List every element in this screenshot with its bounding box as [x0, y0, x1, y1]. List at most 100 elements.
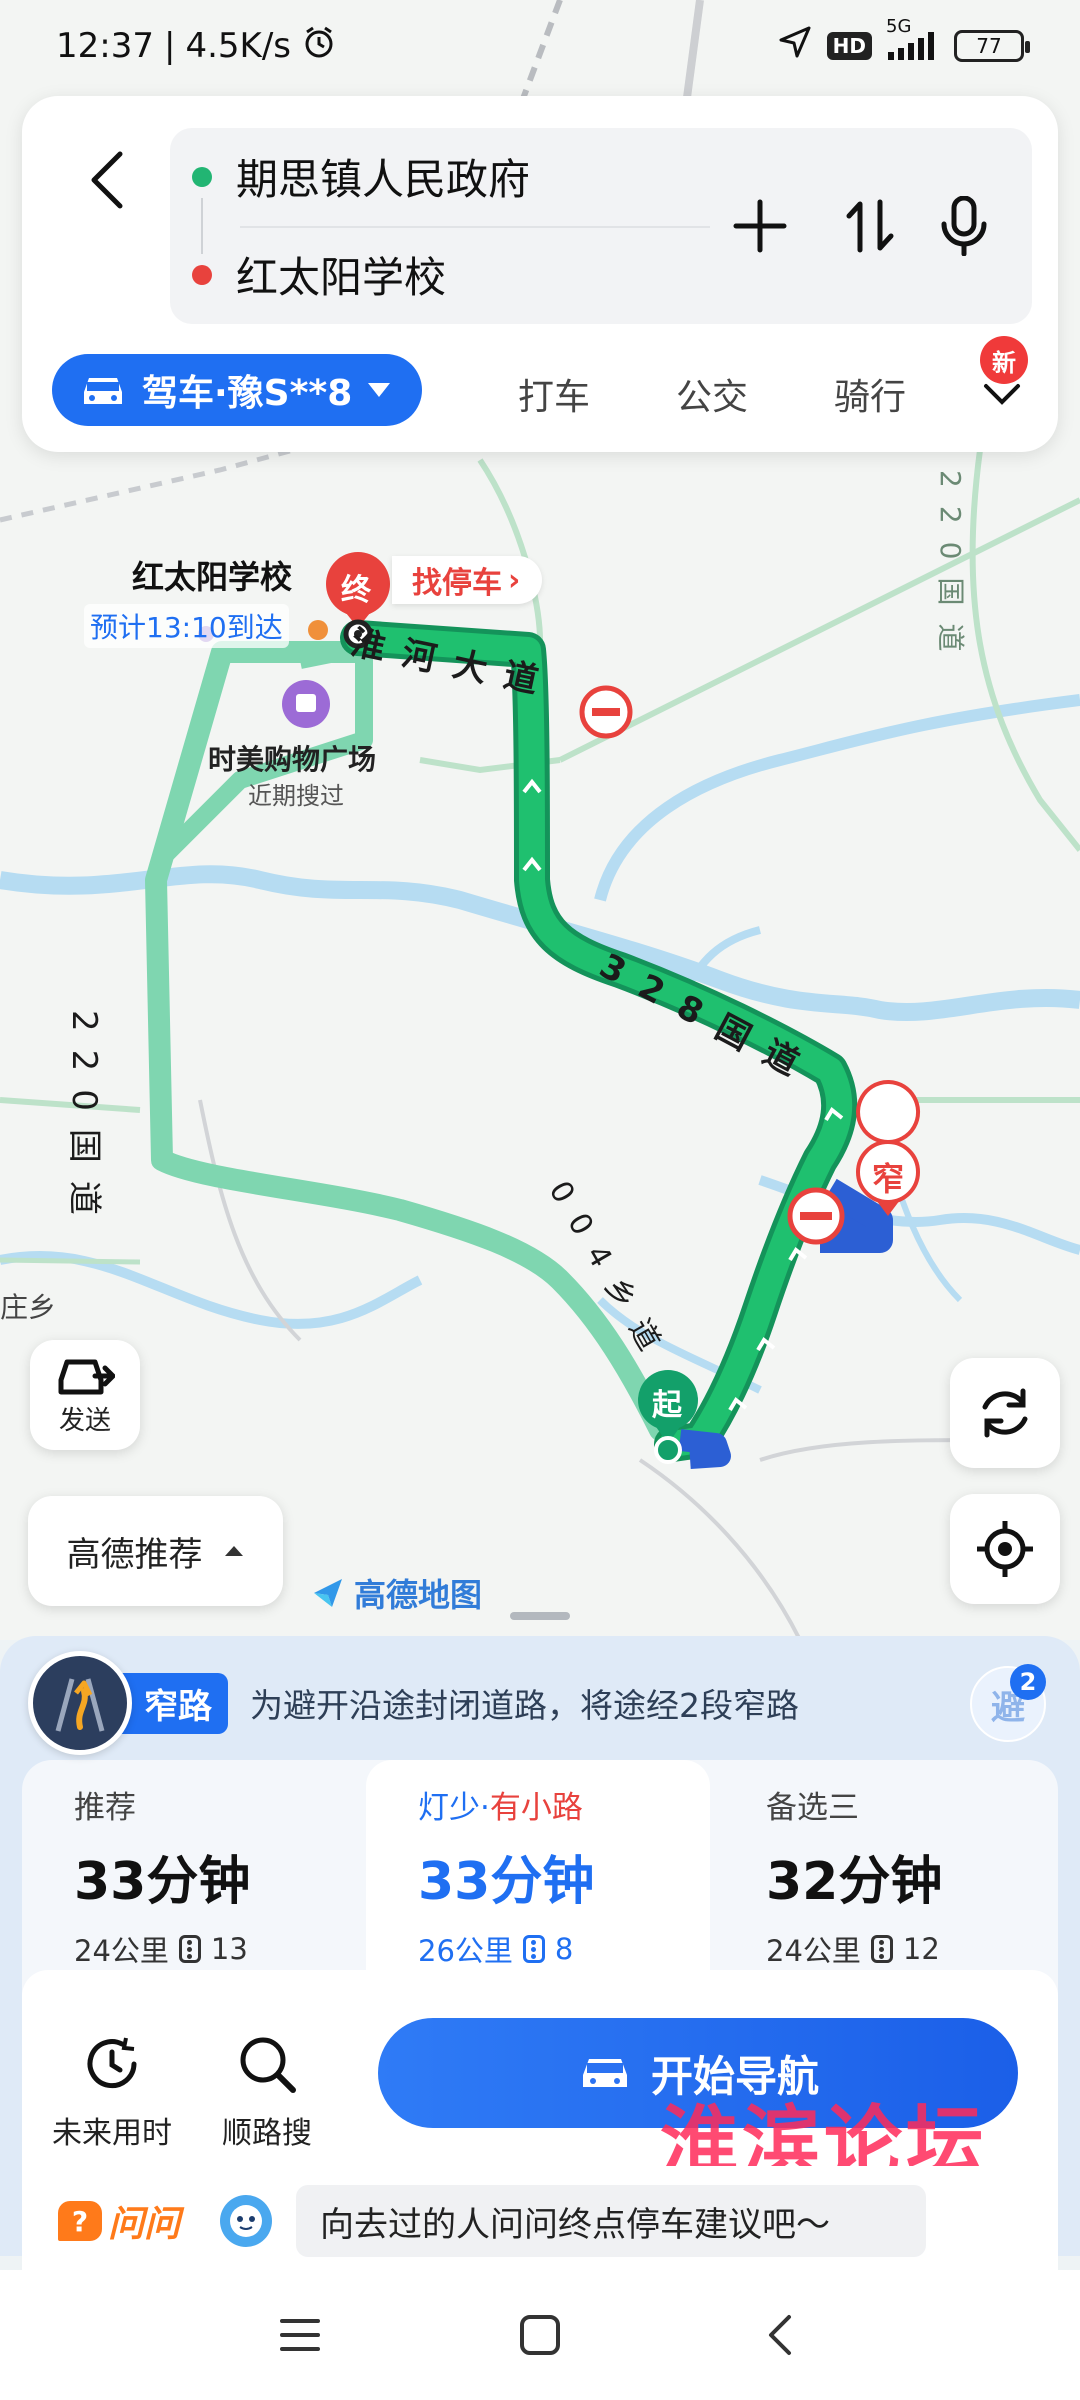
add-waypoint-button[interactable]: [720, 186, 800, 266]
voice-input-button[interactable]: [924, 186, 1004, 266]
future-time-label: 未来用时: [52, 2116, 172, 2151]
question-bubble-icon: ?: [58, 2201, 102, 2241]
search-along-button[interactable]: 顺路搜: [222, 2034, 312, 2152]
mode-drive-button[interactable]: 驾车·豫S**8: [52, 354, 422, 426]
back-arrow-icon: [91, 151, 123, 209]
menu-icon: [280, 2319, 320, 2351]
narrow-road-text: 为避开沿途封闭道路，将途经2段窄路: [250, 1686, 799, 1725]
route-option-time: 32分钟: [766, 1852, 943, 1912]
future-time-button[interactable]: 未来用时: [52, 2034, 172, 2152]
origin-row[interactable]: 期思镇人民政府: [192, 146, 530, 207]
town-label: 庄乡: [0, 1291, 57, 1324]
origin-dot-icon: [192, 166, 212, 187]
signal-icon: 5G: [886, 16, 940, 62]
route-option-meta: 24公里 12: [766, 1928, 1058, 1970]
mode-transit-tab[interactable]: 公交: [676, 368, 748, 420]
car-icon: [84, 378, 122, 404]
sheet-drag-handle[interactable]: [510, 1612, 570, 1620]
route-option-distance: 24公里: [74, 1934, 169, 1968]
destination-name-label: 红太阳学校: [132, 558, 293, 596]
ask-brand-label: 问问: [108, 2204, 181, 2245]
route-preference-button[interactable]: 高德推荐: [28, 1496, 283, 1606]
mall-poi-sublabel: 近期搜过: [248, 782, 344, 810]
send-to-car-button[interactable]: 发送: [30, 1340, 140, 1450]
mall-poi-label[interactable]: 时美购物广场: [208, 738, 376, 778]
send-car-icon: [58, 1359, 115, 1394]
network-type: 5G: [886, 16, 912, 37]
swap-route-button[interactable]: [830, 186, 910, 266]
status-bar: 12:37 | 4.5K/s HD 5G 77: [0, 0, 1080, 92]
locate-icon: [977, 1521, 1033, 1577]
traffic-light-icon: [870, 1935, 893, 1963]
destination-row[interactable]: 红太阳学校: [192, 244, 446, 305]
route-option-meta: 26公里 8: [418, 1928, 710, 1970]
network-speed: 4.5K/s: [185, 26, 291, 66]
route-option-label: 灯少·有小路: [418, 1790, 583, 1826]
narrow-road-icon: [28, 1651, 132, 1755]
end-marker-label: 终: [341, 573, 371, 608]
search-along-label: 顺路搜: [222, 2116, 312, 2151]
system-nav-bar: [0, 2270, 1080, 2400]
route-option-distance: 24公里: [766, 1934, 861, 1968]
traffic-light-icon: [178, 1935, 201, 1963]
amap-logo-icon: [314, 1579, 342, 1607]
back-button[interactable]: [68, 140, 148, 220]
my-location-button[interactable]: [950, 1494, 1060, 1604]
ask-brand[interactable]: ? 问问: [58, 2195, 180, 2247]
back-chevron-icon: [769, 2315, 791, 2355]
home-nav-button[interactable]: [500, 2295, 580, 2375]
back-nav-button[interactable]: [740, 2295, 820, 2375]
chevron-right-icon: ›: [508, 562, 521, 598]
route-option-lights: 12: [902, 1932, 940, 1966]
road-label-220-right: 220国道: [934, 470, 967, 670]
status-separator: |: [163, 26, 176, 66]
road-label-220: 220国道: [64, 1010, 104, 1233]
caret-down-icon: [368, 383, 391, 397]
route-option-1[interactable]: 推荐 33分钟 24公里 13: [22, 1760, 366, 1970]
car-icon: [582, 2059, 627, 2087]
send-to-car-label: 发送: [58, 1405, 111, 1436]
eta-label: 预计13:10到达: [84, 604, 289, 648]
hd-badge: HD: [826, 32, 872, 60]
route-option-2[interactable]: 灯少·有小路 33分钟 26公里 8: [366, 1760, 710, 1970]
destination-field[interactable]: 红太阳学校: [236, 244, 446, 305]
travel-mode-row: 驾车·豫S**8 打车 公交 骑行 新: [52, 336, 1052, 428]
narrow-road-tag: 窄路: [118, 1672, 228, 1734]
more-modes-button[interactable]: 新: [972, 336, 1032, 424]
home-square-icon: [520, 2315, 560, 2355]
alarm-icon: [301, 24, 337, 69]
origin-field[interactable]: 期思镇人民政府: [236, 146, 530, 207]
find-parking-button[interactable]: 找停车 ›: [392, 556, 543, 604]
search-icon: [240, 2037, 296, 2093]
plus-icon: [733, 199, 787, 253]
route-option-time: 33分钟: [74, 1852, 251, 1912]
route-search-card: 期思镇人民政府 红太阳学校 驾车·豫S**8 打车 公交 骑行 新: [22, 96, 1058, 452]
traffic-light-icon: [522, 1935, 545, 1963]
amap-logo: 高德地图: [310, 1570, 482, 1616]
avoid-button[interactable]: 避 2: [970, 1664, 1046, 1742]
route-option-lights: 8: [554, 1932, 574, 1966]
microphone-icon: [941, 196, 987, 256]
battery-indicator: 77: [954, 30, 1030, 62]
narrow-marker-label: 窄: [872, 1160, 905, 1198]
mode-drive-label: 驾车·豫S**8: [142, 373, 353, 414]
amap-logo-text: 高德地图: [354, 1576, 483, 1614]
chevron-down-icon: [984, 384, 1020, 405]
clock-icon: [87, 2037, 137, 2089]
find-parking-label: 找停车: [412, 566, 502, 601]
route-option-label: 推荐: [74, 1790, 136, 1826]
route-option-label: 备选三: [766, 1790, 859, 1826]
location-arrow-icon: [777, 24, 813, 69]
mode-taxi-tab[interactable]: 打车: [518, 368, 590, 420]
narrow-road-notice[interactable]: 窄路 为避开沿途封闭道路，将途经2段窄路 避 2: [28, 1648, 1052, 1758]
menu-nav-button[interactable]: [260, 2295, 340, 2375]
route-option-meta: 24公里 13: [74, 1928, 366, 1970]
ask-prompt-field[interactable]: 向去过的人问问终点停车建议吧～: [296, 2185, 927, 2257]
refresh-route-button[interactable]: [950, 1358, 1060, 1468]
mode-cycling-tab[interactable]: 骑行: [834, 368, 906, 420]
route-option-3[interactable]: 备选三 32分钟 24公里 12: [714, 1760, 1058, 1970]
refresh-icon: [982, 1388, 1028, 1438]
route-preference-label: 高德推荐: [66, 1534, 203, 1575]
route-option-lights: 13: [210, 1932, 248, 1966]
route-input-box: 期思镇人民政府 红太阳学校: [170, 128, 1032, 324]
